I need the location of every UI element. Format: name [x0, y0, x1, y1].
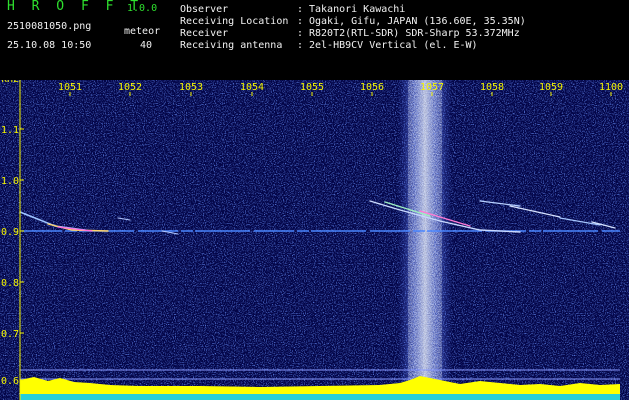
x-tick-label: 1057 — [420, 82, 444, 93]
x-tick-label: 1054 — [240, 82, 264, 93]
x-tick-label: 1058 — [480, 82, 504, 93]
location-separator: : — [297, 16, 304, 27]
spectrogram-panel: kHz 1.1 1.0 0.9 0.8 0.7 0.6 1051 1052 1053 1054 10… — [0, 80, 629, 400]
meteor-label: meteor — [124, 26, 161, 37]
x-tick-label: 1056 — [360, 82, 384, 93]
x-tick-label: 1051 — [58, 82, 82, 93]
x-tick-label: 1055 — [300, 82, 324, 93]
observer-value: Takanori Kawachi — [309, 4, 406, 15]
antenna-key: Receiving antenna — [180, 40, 283, 51]
header-panel: H R O F F T 1.0.0 2510081050.png meteor … — [0, 0, 629, 80]
date-time: 25.10.08 10:50 — [7, 40, 92, 51]
location-key: Receiving Location — [180, 16, 289, 27]
antenna-separator: : — [297, 40, 304, 51]
y-tick-label: 1.0 — [1, 176, 19, 187]
noise-texture — [0, 80, 629, 400]
x-tick-label: 1053 — [179, 82, 203, 93]
y-tick-label: 0.8 — [1, 278, 19, 289]
receiver-key: Receiver — [180, 28, 229, 39]
y-tick-label: 0.6 — [1, 376, 19, 387]
receiver-value: R820T2(RTL-SDR) SDR-Sharp 53.372MHz — [309, 28, 520, 39]
antenna-value: 2el-HB9CV Vertical (el. E-W) — [309, 40, 478, 51]
x-tick-label: 1100 — [599, 82, 623, 93]
y-axis-unit: kHz — [1, 80, 19, 85]
x-tick-label: 1059 — [539, 82, 563, 93]
y-tick-label: 1.1 — [1, 125, 19, 136]
observer-separator: : — [297, 4, 304, 15]
receiver-separator: : — [297, 28, 304, 39]
app-title: H R O F F T — [7, 0, 143, 14]
meteor-count: 40 — [140, 40, 153, 51]
interference-band-texture — [408, 80, 442, 400]
app-version: 1.0.0 — [127, 3, 158, 14]
spectrogram: kHz 1.1 1.0 0.9 0.8 0.7 0.6 1051 1052 1053 1054 10… — [0, 80, 629, 400]
y-tick-label: 0.7 — [1, 329, 19, 340]
location-value: Ogaki, Gifu, JAPAN (136.60E, 35.35N) — [309, 16, 526, 27]
observer-key: Observer — [180, 4, 229, 15]
file-name: 2510081050.png — [7, 21, 92, 32]
y-tick-label: 0.9 — [1, 227, 19, 238]
x-tick-label: 1052 — [118, 82, 142, 93]
